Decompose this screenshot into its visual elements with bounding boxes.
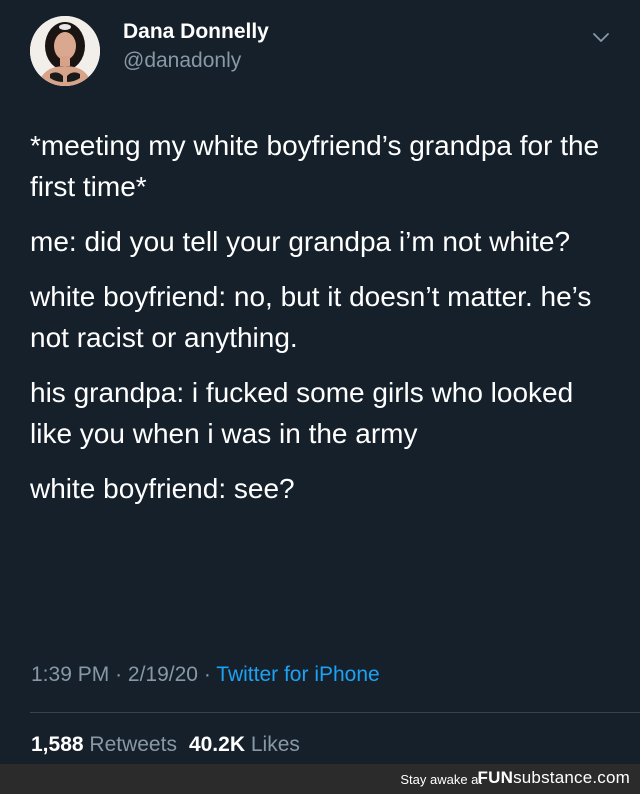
tweet-meta: 1:39 PM · 2/19/20 · Twitter for iPhone xyxy=(31,663,380,687)
tweet-time[interactable]: 1:39 PM xyxy=(31,663,109,686)
watermark-bar: Stay awake at FUNsubstance.com xyxy=(0,764,640,794)
watermark-tagline: Stay awake at xyxy=(400,772,482,787)
tweet-text: *meeting my white boyfriend’s grandpa fo… xyxy=(30,125,620,523)
author-handle[interactable]: @danadonly xyxy=(123,49,241,73)
meta-separator: · xyxy=(203,663,211,686)
tweet-paragraph: his grandpa: i fucked some girls who loo… xyxy=(30,377,574,449)
retweets-label: Retweets xyxy=(89,733,177,756)
meta-separator: · xyxy=(115,663,123,686)
author-display-name[interactable]: Dana Donnelly xyxy=(123,20,269,44)
watermark-brand-rest: substance.com xyxy=(513,768,630,787)
tweet-source-link[interactable]: Twitter for iPhone xyxy=(216,663,379,686)
chevron-down-icon[interactable] xyxy=(590,29,612,47)
profile-photo-icon xyxy=(30,16,100,86)
likes-label: Likes xyxy=(250,733,300,756)
watermark-logo: FUNsubstance.com xyxy=(478,768,630,788)
likes-count: 40.2K xyxy=(188,733,245,756)
tweet-card: Dana Donnelly @danadonly *meeting my whi… xyxy=(0,0,640,764)
likes-stat[interactable]: 40.2K Likes xyxy=(189,733,300,756)
tweet-paragraph: me: did you tell your grandpa i’m not wh… xyxy=(30,226,571,257)
tweet-paragraph: *meeting my white boyfriend’s grandpa fo… xyxy=(30,130,600,202)
divider xyxy=(30,712,640,713)
avatar[interactable] xyxy=(30,16,100,86)
tweet-paragraph: white boyfriend: no, but it doesn’t matt… xyxy=(30,281,592,353)
tweet-date[interactable]: 2/19/20 xyxy=(128,663,198,686)
retweets-count: 1,588 xyxy=(31,733,84,756)
tweet-paragraph: white boyfriend: see? xyxy=(30,473,295,504)
retweets-stat[interactable]: 1,588 Retweets xyxy=(31,733,177,756)
tweet-stats: 1,588 Retweets 40.2K Likes xyxy=(31,733,300,757)
watermark-brand-fun: FUN xyxy=(477,768,514,787)
